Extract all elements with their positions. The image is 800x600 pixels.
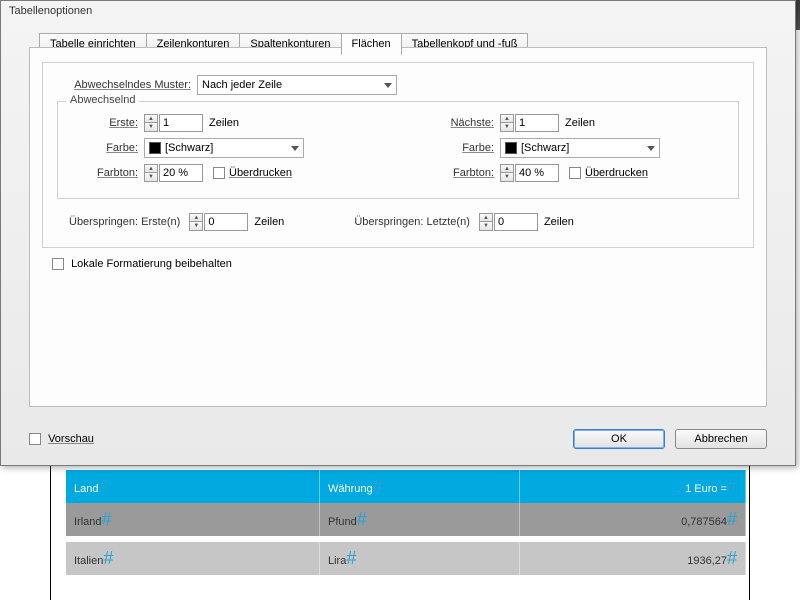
skip-last-unit: Zeilen bbox=[544, 216, 574, 228]
preview-label: Vorschau bbox=[48, 433, 94, 445]
tab-fills[interactable]: Flächen bbox=[341, 33, 402, 55]
next-tint-stepper[interactable]: ▲▼ bbox=[500, 164, 559, 182]
first-rows-stepper[interactable]: ▲▼ bbox=[144, 114, 203, 132]
first-color-label: Farbe: bbox=[72, 142, 144, 154]
skip-first-input[interactable] bbox=[204, 213, 248, 231]
skip-first-stepper[interactable]: ▲▼ bbox=[189, 213, 248, 231]
skip-last-input[interactable] bbox=[494, 213, 538, 231]
alternating-group-label: Abwechselnd bbox=[66, 94, 139, 106]
cancel-button[interactable]: Abbrechen bbox=[675, 429, 767, 449]
first-tint-input[interactable] bbox=[159, 164, 203, 182]
first-color-select[interactable]: [Schwarz] bbox=[144, 138, 304, 158]
table-options-dialog: Tabellenoptionen Tabelle einrichten Zeil… bbox=[0, 0, 796, 466]
swatch-icon bbox=[505, 142, 517, 154]
swatch-icon bbox=[149, 142, 161, 154]
pattern-label: Abwechselndes Muster: bbox=[57, 79, 197, 91]
skip-first-unit: Zeilen bbox=[254, 216, 284, 228]
first-rows-input[interactable] bbox=[159, 114, 203, 132]
ok-button[interactable]: OK bbox=[573, 429, 665, 449]
first-overprint-checkbox[interactable] bbox=[213, 167, 225, 179]
chevron-down-icon bbox=[291, 146, 299, 151]
first-tint-label: Farbton: bbox=[72, 167, 144, 179]
preserve-checkbox[interactable] bbox=[52, 258, 64, 270]
next-rows-stepper[interactable]: ▲▼ bbox=[500, 114, 559, 132]
chevron-down-icon bbox=[647, 146, 655, 151]
next-color-select[interactable]: [Schwarz] bbox=[500, 138, 660, 158]
skip-last-stepper[interactable]: ▲▼ bbox=[479, 213, 538, 231]
first-tint-stepper[interactable]: ▲▼ bbox=[144, 164, 203, 182]
next-overprint-label: Überdrucken bbox=[585, 167, 648, 179]
next-tint-label: Farbton: bbox=[428, 167, 500, 179]
first-overprint-label: Überdrucken bbox=[229, 167, 292, 179]
dialog-title: Tabellenoptionen bbox=[1, 1, 795, 21]
background-table: Land# Währung# 1 Euro =# Irland# Pfund# … bbox=[66, 470, 746, 581]
skip-last-label: Überspringen: Letzte(n) bbox=[354, 216, 476, 228]
chevron-down-icon bbox=[384, 83, 392, 88]
first-label: Erste: bbox=[72, 117, 144, 129]
next-rows-input[interactable] bbox=[515, 114, 559, 132]
next-label: Nächste: bbox=[428, 117, 500, 129]
next-overprint-checkbox[interactable] bbox=[569, 167, 581, 179]
preview-checkbox[interactable] bbox=[29, 433, 41, 445]
skip-first-label: Überspringen: Erste(n) bbox=[69, 216, 186, 228]
preserve-label: Lokale Formatierung beibehalten bbox=[71, 258, 232, 270]
first-unit: Zeilen bbox=[209, 117, 239, 129]
next-tint-input[interactable] bbox=[515, 164, 559, 182]
next-color-label: Farbe: bbox=[428, 142, 500, 154]
pattern-select[interactable]: Nach jeder Zeile bbox=[197, 75, 397, 95]
next-unit: Zeilen bbox=[565, 117, 595, 129]
